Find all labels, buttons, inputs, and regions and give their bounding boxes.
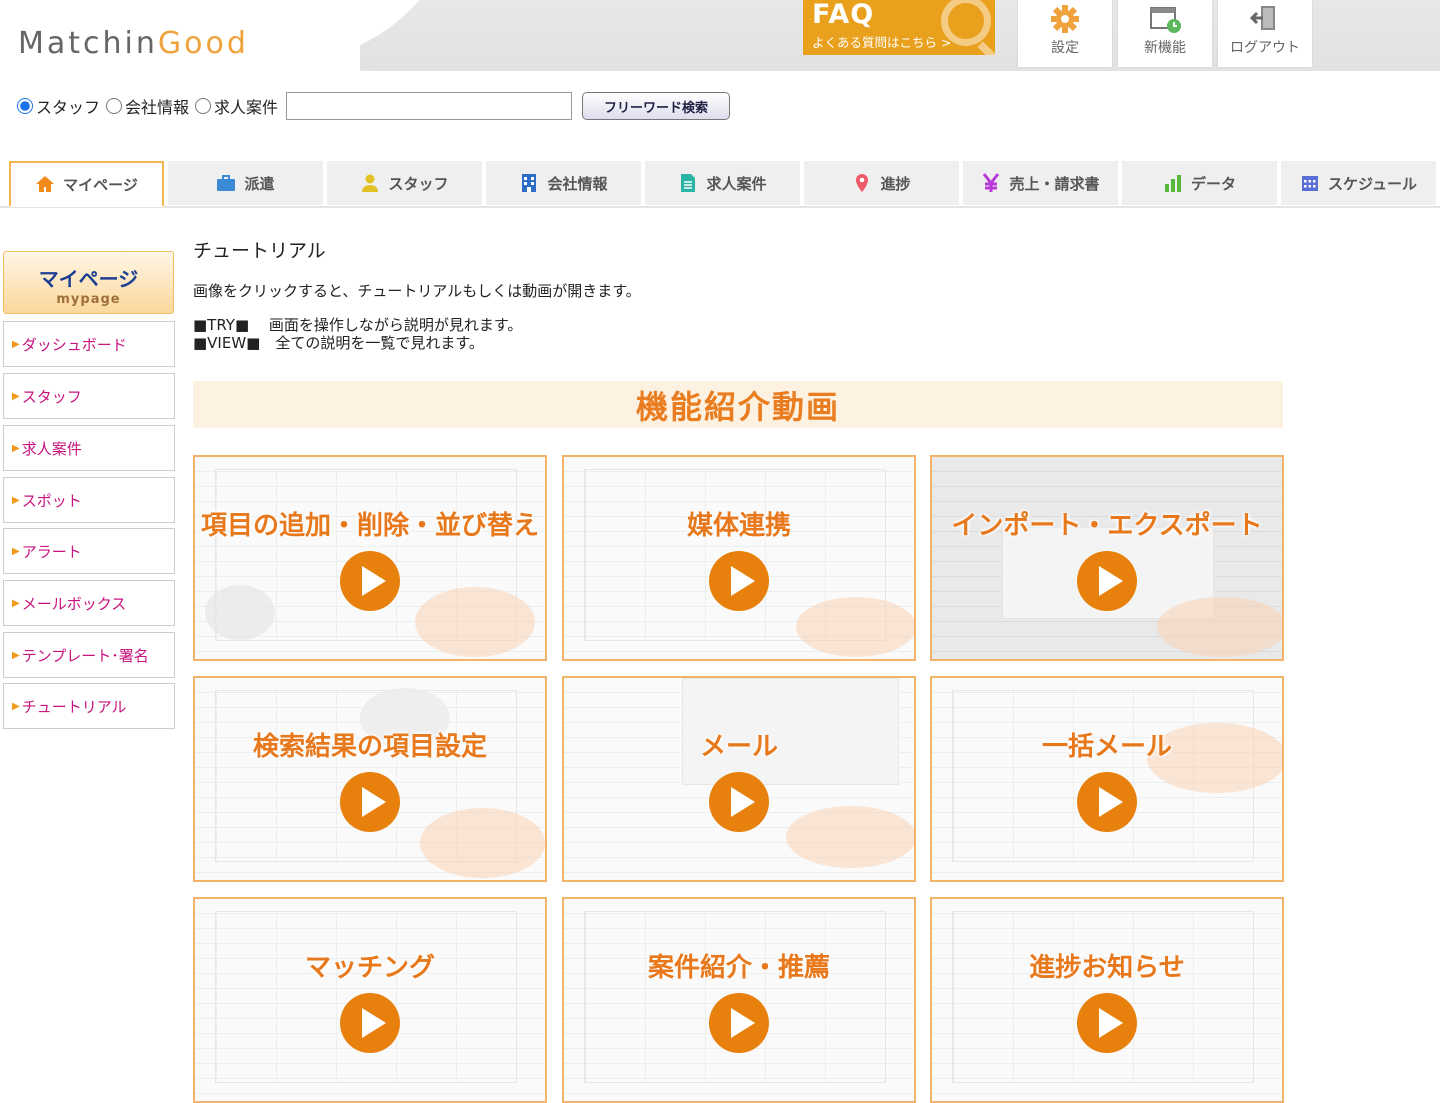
triangle-right-icon: ▶ bbox=[12, 390, 20, 402]
triangle-right-icon: ▶ bbox=[12, 442, 20, 454]
new-feature-button[interactable]: 新機能 bbox=[1118, 0, 1212, 67]
search-bar: スタッフ 会社情報 求人案件 フリーワード検索 bbox=[17, 91, 731, 121]
video-card[interactable]: マッチング bbox=[193, 897, 547, 1103]
radio-company[interactable]: 会社情報 bbox=[106, 94, 189, 118]
play-icon bbox=[709, 993, 769, 1053]
sidebar-item-tutorial[interactable]: ▶ チュートリアル bbox=[3, 683, 175, 729]
sidebar-item-jobs[interactable]: ▶ 求人案件 bbox=[3, 425, 175, 471]
video-card[interactable]: 一括メール bbox=[930, 676, 1284, 882]
gear-icon bbox=[1051, 5, 1079, 33]
tab-staff[interactable]: スタッフ bbox=[327, 161, 482, 205]
video-title: 項目の追加・削除・並び替え bbox=[200, 511, 539, 541]
try-line: ■TRY■ 画面を操作しながら説明が見れます。 bbox=[193, 316, 523, 334]
video-title: 進捗お知らせ bbox=[1029, 953, 1185, 983]
search-input[interactable] bbox=[286, 92, 573, 120]
page-description: 画像をクリックすると、チュートリアルもしくは動画が開きます。 bbox=[193, 282, 641, 300]
sidebar-item-template[interactable]: ▶ テンプレート･署名 bbox=[3, 632, 175, 678]
home-icon bbox=[36, 176, 55, 192]
video-title: 媒体連携 bbox=[686, 511, 791, 541]
main-nav-tabs: マイページ 派遣 スタッフ 会社情報 求人案件 進捗 売上・請求書 データ スケ… bbox=[0, 161, 1440, 208]
yen-icon bbox=[983, 173, 1000, 192]
triangle-right-icon: ▶ bbox=[12, 494, 20, 506]
triangle-right-icon: ▶ bbox=[12, 338, 20, 350]
video-card[interactable]: メール bbox=[562, 676, 916, 882]
sidebar-item-dashboard[interactable]: ▶ ダッシュボード bbox=[3, 321, 175, 367]
tab-jobs[interactable]: 求人案件 bbox=[645, 161, 800, 205]
play-icon bbox=[1077, 551, 1137, 611]
tab-schedule[interactable]: スケジュール bbox=[1281, 161, 1436, 205]
video-card[interactable]: インポート・エクスポート bbox=[930, 455, 1284, 661]
tab-company[interactable]: 会社情報 bbox=[486, 161, 641, 205]
play-icon bbox=[340, 772, 400, 832]
new-feature-icon bbox=[1150, 7, 1181, 33]
logout-button[interactable]: ログアウト bbox=[1218, 0, 1312, 67]
sidebar-header: マイページ mypage bbox=[3, 251, 174, 314]
briefcase-icon bbox=[217, 175, 236, 191]
sidebar-item-alert[interactable]: ▶ アラート bbox=[3, 528, 175, 574]
logout-icon bbox=[1249, 6, 1275, 30]
person-icon bbox=[362, 174, 379, 192]
view-line: ■VIEW■ 全ての説明を一覧で見れます。 bbox=[193, 334, 484, 352]
faq-subtitle: よくある質問はこちら > bbox=[812, 35, 952, 50]
radio-staff[interactable]: スタッフ bbox=[17, 94, 100, 118]
document-icon bbox=[681, 174, 696, 192]
sidebar-item-mailbox[interactable]: ▶ メールボックス bbox=[3, 580, 175, 626]
play-icon bbox=[340, 551, 400, 611]
video-title: マッチング bbox=[304, 953, 435, 983]
new-feature-label: 新機能 bbox=[1144, 40, 1186, 56]
radio-job[interactable]: 求人案件 bbox=[195, 94, 278, 118]
video-title: 一括メール bbox=[1041, 732, 1172, 762]
building-icon bbox=[522, 174, 537, 192]
video-title: インポート・エクスポート bbox=[951, 511, 1263, 541]
faq-button[interactable]: FAQ よくある質問はこちら > bbox=[803, 0, 995, 55]
tab-sales[interactable]: 売上・請求書 bbox=[963, 161, 1118, 205]
video-card[interactable]: 案件紹介・推薦 bbox=[562, 897, 916, 1103]
settings-label: 設定 bbox=[1051, 40, 1079, 56]
play-icon bbox=[709, 772, 769, 832]
triangle-right-icon: ▶ bbox=[12, 597, 20, 609]
sidebar-title: マイページ bbox=[38, 267, 139, 291]
freeword-search-button[interactable]: フリーワード検索 bbox=[582, 92, 731, 120]
tab-mypage[interactable]: マイページ bbox=[9, 161, 164, 207]
play-icon bbox=[1077, 993, 1137, 1053]
page-title: チュートリアル bbox=[193, 240, 326, 262]
tab-data[interactable]: データ bbox=[1122, 161, 1277, 205]
video-card[interactable]: 項目の追加・削除・並び替え bbox=[193, 455, 547, 661]
video-card[interactable]: 媒体連携 bbox=[562, 455, 916, 661]
sidebar-item-spot[interactable]: ▶ スポット bbox=[3, 477, 175, 523]
app-logo[interactable]: MatchinGood bbox=[18, 26, 249, 61]
pin-icon bbox=[856, 174, 869, 192]
logout-label: ログアウト bbox=[1230, 40, 1300, 56]
video-card[interactable]: 検索結果の項目設定 bbox=[193, 676, 547, 882]
video-title: メール bbox=[699, 732, 778, 762]
tab-progress[interactable]: 進捗 bbox=[804, 161, 959, 205]
calendar-icon bbox=[1302, 176, 1319, 191]
tab-haken[interactable]: 派遣 bbox=[168, 161, 323, 205]
settings-button[interactable]: 設定 bbox=[1018, 0, 1112, 67]
play-icon bbox=[340, 993, 400, 1053]
video-title: 案件紹介・推薦 bbox=[647, 953, 830, 983]
sidebar-subtitle: mypage bbox=[56, 292, 121, 307]
triangle-right-icon: ▶ bbox=[12, 649, 20, 661]
sidebar-item-staff[interactable]: ▶ スタッフ bbox=[3, 373, 175, 419]
triangle-right-icon: ▶ bbox=[12, 700, 20, 712]
play-icon bbox=[1077, 772, 1137, 832]
try-view-legend: ■TRY■ 画面を操作しながら説明が見れます。 ■VIEW■ 全ての説明を一覧で… bbox=[193, 316, 522, 352]
play-icon bbox=[709, 551, 769, 611]
faq-title: FAQ bbox=[812, 0, 875, 30]
video-title: 検索結果の項目設定 bbox=[252, 732, 487, 762]
section-title: 機能紹介動画 bbox=[193, 381, 1283, 428]
triangle-right-icon: ▶ bbox=[12, 545, 20, 557]
bar-chart-icon bbox=[1164, 175, 1181, 192]
video-card[interactable]: 進捗お知らせ bbox=[930, 897, 1284, 1103]
